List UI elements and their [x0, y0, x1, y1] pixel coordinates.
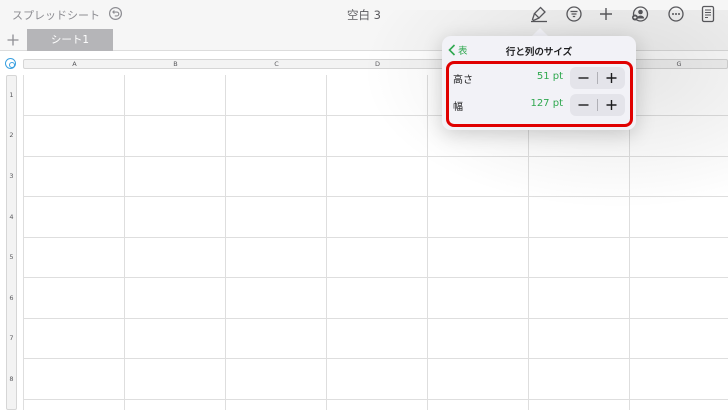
column-header-a[interactable]: A: [24, 59, 125, 69]
plus-icon[interactable]: [597, 5, 615, 23]
row-divider: [23, 399, 728, 400]
column-header-d[interactable]: D: [327, 59, 428, 69]
column-divider: [326, 75, 327, 410]
row-header-7[interactable]: 7: [6, 334, 17, 342]
row-divider: [23, 156, 728, 157]
row-divider: [23, 358, 728, 359]
row-divider: [23, 196, 728, 197]
column-header-g[interactable]: G: [630, 59, 728, 69]
column-header-b[interactable]: B: [125, 59, 226, 69]
column-divider: [427, 75, 428, 410]
column-divider: [23, 75, 24, 410]
popover-title: 行と列のサイズ: [505, 47, 573, 58]
row-divider: [23, 237, 728, 238]
popover-arrow: [532, 28, 548, 36]
filter-icon[interactable]: [565, 5, 583, 23]
row-header-bar[interactable]: [6, 75, 17, 410]
more-icon[interactable]: [667, 5, 685, 23]
row-header-8[interactable]: 8: [6, 375, 17, 383]
column-divider: [124, 75, 125, 410]
column-divider: [225, 75, 226, 410]
row-divider: [23, 318, 728, 319]
row-header-5[interactable]: 5: [6, 253, 17, 261]
add-sheet-icon[interactable]: [4, 31, 22, 49]
row-header-4[interactable]: 4: [6, 213, 17, 221]
format-brush-icon[interactable]: [530, 5, 548, 23]
row-divider: [23, 277, 728, 278]
document-title[interactable]: 空白 3: [0, 7, 728, 23]
highlight-annotation-box: [446, 61, 633, 127]
row-header-3[interactable]: 3: [6, 172, 17, 180]
row-header-6[interactable]: 6: [6, 294, 17, 302]
sheet-tab-1[interactable]: シート1: [27, 29, 113, 51]
document-icon[interactable]: [699, 5, 717, 23]
row-header-2[interactable]: 2: [6, 131, 17, 139]
select-all-icon[interactable]: [5, 58, 16, 69]
row-header-1[interactable]: 1: [6, 91, 17, 99]
column-header-c[interactable]: C: [226, 59, 327, 69]
toolbar: スプレッドシート 空白 3: [0, 0, 728, 29]
collaborate-icon[interactable]: [631, 5, 649, 23]
